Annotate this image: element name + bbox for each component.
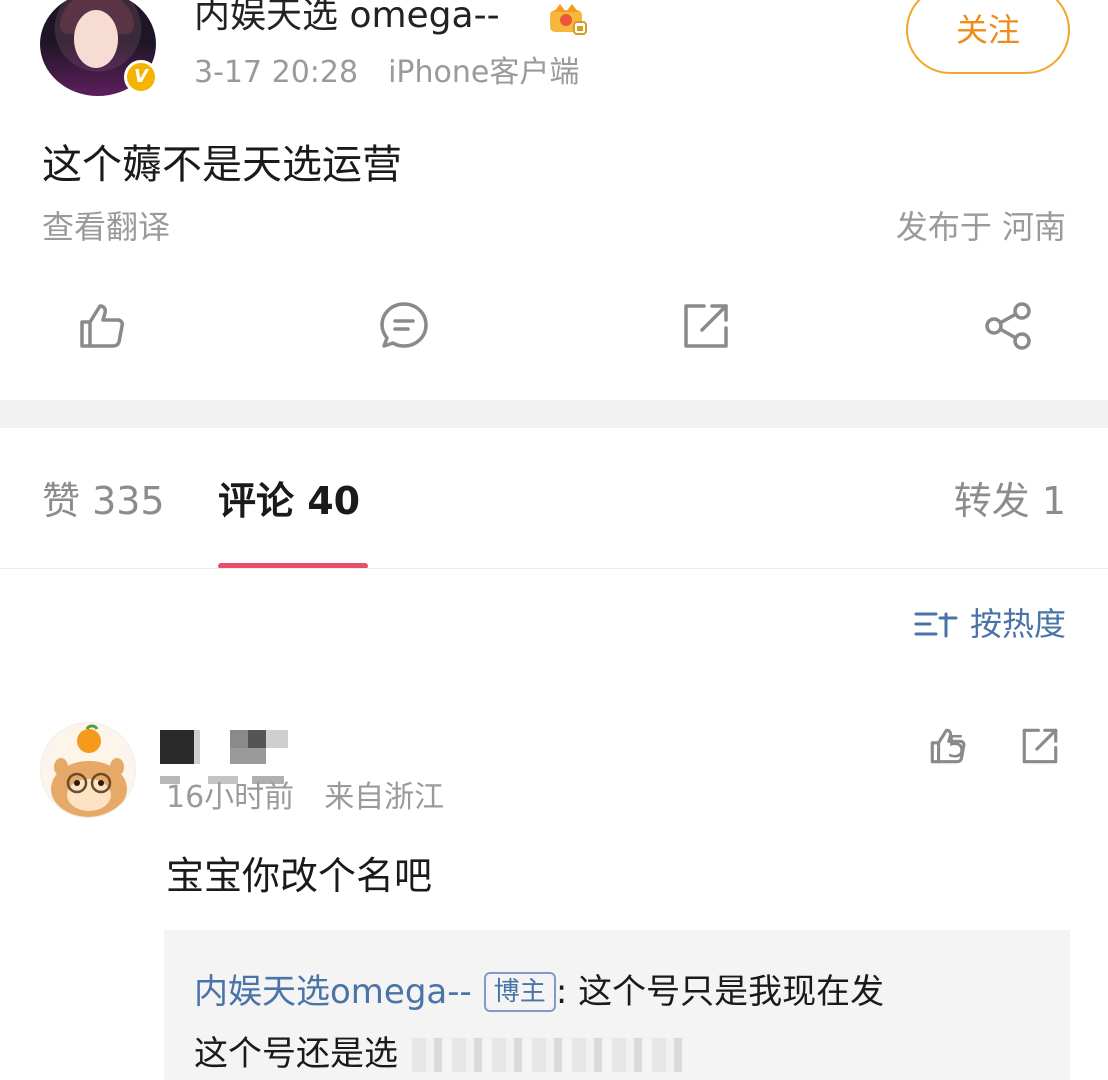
comment-text: 宝宝你改个名吧	[166, 854, 433, 898]
post-source: iPhone客户端	[388, 55, 580, 90]
tabs-divider	[0, 568, 1108, 569]
tab-likes[interactable]: 赞 335	[42, 478, 165, 524]
reply-text-line1: : 这个号只是我现在发	[555, 972, 885, 1012]
thumbs-up-icon[interactable]	[74, 298, 130, 354]
commenter-avatar[interactable]	[40, 722, 136, 818]
post-meta: 3-17 20:28 iPhone客户端	[194, 54, 579, 92]
sort-icon	[914, 612, 958, 638]
reply-author-link[interactable]: 内娱天选omega--	[194, 970, 472, 1014]
post-content: 这个薅不是天选运营	[42, 142, 402, 188]
commenter-name-censored[interactable]	[160, 730, 290, 766]
comment-thumbs-up-icon[interactable]	[926, 724, 970, 768]
tab-reposts[interactable]: 转发 1	[954, 478, 1066, 524]
sort-by-hot-button[interactable]: 按热度	[914, 604, 1066, 644]
sort-label: 按热度	[969, 605, 1066, 643]
comment-location: 来自浙江	[324, 780, 445, 815]
comment-time: 16小时前	[166, 780, 295, 815]
op-badge: 博主	[483, 972, 556, 1012]
post-time: 3-17 20:28	[194, 55, 359, 90]
share-icon[interactable]	[980, 298, 1036, 354]
crown-icon	[546, 0, 588, 36]
comment-meta: 16小时前 来自浙江	[166, 778, 444, 818]
comment-repost-icon[interactable]	[1018, 724, 1062, 768]
reply-text-line2: 这个号还是选	[194, 1034, 398, 1074]
translate-link[interactable]: 查看翻译	[42, 206, 170, 248]
post-location: 发布于 河南	[895, 208, 1066, 246]
author-name[interactable]: 内娱天选 omega--	[194, 0, 500, 38]
comment-icon[interactable]	[376, 298, 432, 354]
verified-badge-icon: V	[124, 60, 158, 94]
reply-first-line: 内娱天选omega-- 博主 : 这个号只是我现在发	[194, 970, 884, 1014]
reply-censored-text	[412, 1038, 692, 1072]
follow-button[interactable]: 关注	[906, 0, 1070, 74]
repost-icon[interactable]	[678, 298, 734, 354]
section-divider	[0, 400, 1108, 428]
tab-comments[interactable]: 评论 40	[218, 478, 360, 524]
